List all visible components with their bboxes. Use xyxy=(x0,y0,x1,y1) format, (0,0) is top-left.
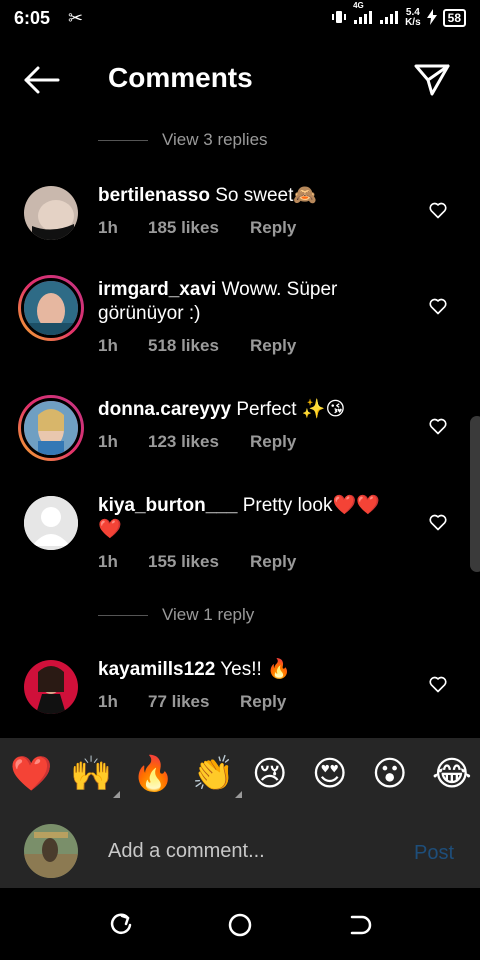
comment-time: 1h xyxy=(98,336,118,355)
heart-outline-icon xyxy=(429,418,447,435)
arrow-left-icon xyxy=(24,66,60,94)
comment-likes[interactable]: 155 likes xyxy=(148,552,250,572)
reaction-crying[interactable]: 😢 xyxy=(252,754,287,794)
comment-text: bertilenasso So sweet🙈 xyxy=(98,184,398,208)
reply-button[interactable]: Reply xyxy=(250,552,296,572)
reaction-heart[interactable]: ❤️ xyxy=(10,754,52,794)
reaction-clap[interactable]: 👏 xyxy=(192,754,243,798)
home-icon xyxy=(228,913,252,937)
comment-time: 1h xyxy=(98,218,118,237)
net-speed: 5.4 K/s xyxy=(405,8,421,28)
signal-4g-icon: 4G xyxy=(353,1,373,28)
comment-likes[interactable]: 77 likes xyxy=(148,692,240,712)
comment-content: Yes!! 🔥 xyxy=(220,659,291,680)
view-replies-toggle[interactable]: View 3 replies xyxy=(98,128,268,152)
vibrate-icon xyxy=(331,9,347,28)
reaction-laughing[interactable]: 😂 xyxy=(432,754,472,794)
recents-icon xyxy=(110,913,132,934)
status-icons: 4G 5.4 K/s 58 xyxy=(331,1,466,28)
heart-outline-icon xyxy=(429,298,447,315)
skin-tone-indicator-icon xyxy=(113,791,121,798)
scrollbar[interactable] xyxy=(470,416,480,572)
skin-tone-indicator-icon xyxy=(235,791,243,798)
comment-username[interactable]: kayamills122 xyxy=(98,659,215,680)
comment-content: Perfect ✨😘 xyxy=(236,399,346,420)
paper-plane-icon xyxy=(414,64,450,96)
reaction-heart-eyes[interactable]: 😍 xyxy=(312,754,347,794)
charging-icon xyxy=(426,8,437,28)
my-avatar xyxy=(24,824,78,878)
reply-button[interactable]: Reply xyxy=(250,218,296,238)
home-button[interactable] xyxy=(227,912,253,938)
comment-username[interactable]: kiya_burton___ xyxy=(98,495,237,516)
network-type: 4G xyxy=(353,0,364,10)
view-replies-label: View 1 reply xyxy=(162,605,255,624)
reaction-raised-hands[interactable]: 🙌 xyxy=(70,754,121,798)
comment-meta: 1h 155 likes Reply xyxy=(98,552,296,572)
comment-username[interactable]: donna.careyyy xyxy=(98,399,231,420)
signal-icon xyxy=(379,9,399,28)
comment-meta: 1h 77 likes Reply xyxy=(98,692,286,712)
page-title: Comments xyxy=(108,62,253,93)
reply-divider xyxy=(98,614,148,616)
like-button[interactable] xyxy=(428,296,448,316)
reply-button[interactable]: Reply xyxy=(240,692,286,712)
comment-time: 1h xyxy=(98,552,118,571)
default-avatar-icon xyxy=(24,496,78,550)
back-nav-button[interactable] xyxy=(346,912,372,938)
back-button[interactable] xyxy=(22,62,62,98)
comment-text: donna.careyyy Perfect ✨😘 xyxy=(98,398,398,422)
heart-outline-icon xyxy=(429,202,447,219)
comment-username[interactable]: irmgard_xavi xyxy=(98,279,216,300)
like-button[interactable] xyxy=(428,674,448,694)
heart-outline-icon xyxy=(429,514,447,531)
like-button[interactable] xyxy=(428,512,448,532)
battery-level: 58 xyxy=(442,9,466,27)
comment-content: So sweet🙈 xyxy=(215,185,318,206)
comment-time: 1h xyxy=(98,692,118,711)
reaction-clap-glyph: 👏 xyxy=(192,755,235,793)
reaction-surprised[interactable]: 😮 xyxy=(372,754,407,794)
avatar[interactable] xyxy=(24,660,78,714)
reply-button[interactable]: Reply xyxy=(250,336,296,356)
reply-divider xyxy=(98,139,148,141)
avatar[interactable] xyxy=(24,186,78,240)
avatar[interactable] xyxy=(24,496,78,550)
status-bar: 6:05 ✂ 4G 5.4 K/s 58 xyxy=(0,0,480,36)
like-button[interactable] xyxy=(428,416,448,436)
avatar[interactable] xyxy=(18,275,84,341)
reaction-fire[interactable]: 🔥 xyxy=(132,754,174,794)
post-button[interactable]: Post xyxy=(414,842,454,865)
heart-outline-icon xyxy=(429,676,447,693)
view-replies-toggle[interactable]: View 1 reply xyxy=(98,603,254,627)
view-replies-label: View 3 replies xyxy=(162,130,268,149)
comment-meta: 1h 123 likes Reply xyxy=(98,432,296,452)
reply-button[interactable]: Reply xyxy=(250,432,296,452)
scissors-icon: ✂ xyxy=(68,7,84,28)
comment-likes[interactable]: 123 likes xyxy=(148,432,250,452)
back-nav-icon xyxy=(350,915,372,935)
speed-unit: K/s xyxy=(405,17,421,28)
comment-text: kiya_burton___ Pretty look❤️❤️❤️ xyxy=(98,494,398,542)
recents-button[interactable] xyxy=(108,912,134,938)
like-button[interactable] xyxy=(428,200,448,220)
comment-username[interactable]: bertilenasso xyxy=(98,185,210,206)
comment-text: kayamills122 Yes!! 🔥 xyxy=(98,658,398,682)
system-nav-bar xyxy=(0,888,480,960)
reaction-raised-hands-glyph: 🙌 xyxy=(70,755,113,793)
avatar[interactable] xyxy=(18,395,84,461)
share-button[interactable] xyxy=(412,62,452,98)
comment-time: 1h xyxy=(98,432,118,451)
comment-meta: 1h 518 likes Reply xyxy=(98,336,296,356)
comment-input[interactable]: Add a comment... xyxy=(108,840,265,863)
comment-meta: 1h 185 likes Reply xyxy=(98,218,296,238)
comment-likes[interactable]: 185 likes xyxy=(148,218,250,238)
comment-text: irmgard_xavi Woww. Süper görünüyor :) xyxy=(98,278,398,326)
comment-likes[interactable]: 518 likes xyxy=(148,336,250,356)
header: Comments xyxy=(0,50,480,110)
comment-composer: Add a comment... Post xyxy=(0,818,480,888)
status-time: 6:05 xyxy=(14,7,51,28)
reaction-bar: ❤️ 🙌 🔥 👏 😢 😍 😮 😂 xyxy=(0,738,480,818)
